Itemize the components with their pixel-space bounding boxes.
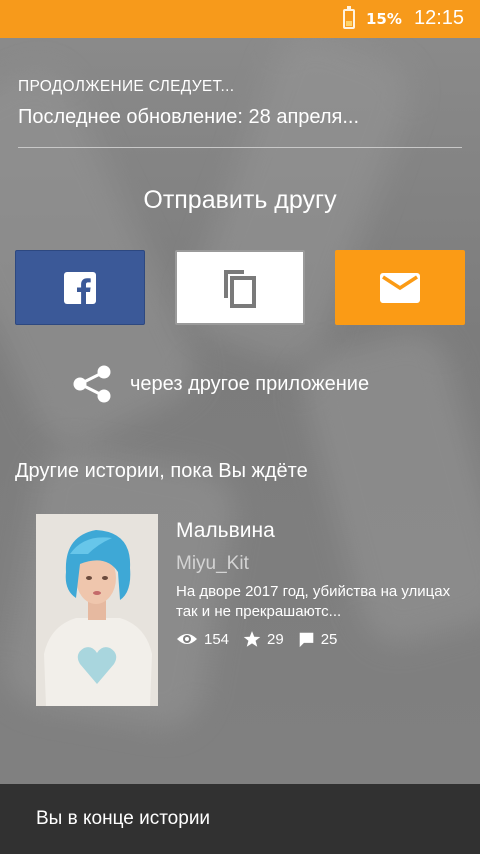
end-of-story-bar: Вы в конце истории (0, 784, 480, 854)
facebook-share-button[interactable] (15, 250, 145, 325)
email-share-button[interactable] (335, 250, 465, 325)
status-bar: 15% 12:15 (0, 0, 480, 38)
comments-count: 25 (320, 630, 338, 648)
share-icon (73, 365, 111, 403)
share-other-app-button[interactable]: через другое приложение (72, 365, 369, 403)
comment-icon (299, 632, 314, 647)
divider (18, 147, 462, 148)
story-stats: 154 29 25 (176, 630, 351, 648)
facebook-icon (64, 271, 96, 304)
story-title[interactable]: Мальвина (176, 519, 275, 543)
share-title: Отправить другу (143, 186, 337, 214)
story-cover-image[interactable] (36, 514, 158, 706)
votes-stat: 29 (243, 630, 284, 648)
continued-label: ПРОДОЛЖЕНИЕ СЛЕДУЕТ... (18, 78, 235, 95)
eye-icon (177, 634, 197, 644)
copy-link-button[interactable] (175, 250, 305, 325)
star-icon (243, 631, 261, 647)
battery-percent: 15% (366, 10, 402, 28)
copy-icon (224, 269, 256, 308)
votes-count: 29 (267, 630, 284, 648)
end-of-story-label: Вы в конце истории (36, 808, 211, 829)
story-author[interactable]: Miyu_Kit (176, 553, 249, 575)
share-other-app-label: через другое приложение (130, 372, 370, 395)
views-stat: 154 (176, 631, 229, 648)
cover-illustration (36, 514, 158, 706)
mail-icon (380, 272, 420, 303)
battery-icon (343, 6, 355, 29)
comments-stat: 25 (298, 630, 338, 648)
other-stories-title: Другие истории, пока Вы ждёте (15, 460, 308, 482)
views-count: 154 (204, 630, 230, 648)
story-description: На дворе 2017 год, убийства на улицах та… (176, 583, 451, 620)
last-update-label: Последнее обновление: 28 апреля... (18, 106, 360, 128)
clock: 12:15 (414, 7, 465, 29)
